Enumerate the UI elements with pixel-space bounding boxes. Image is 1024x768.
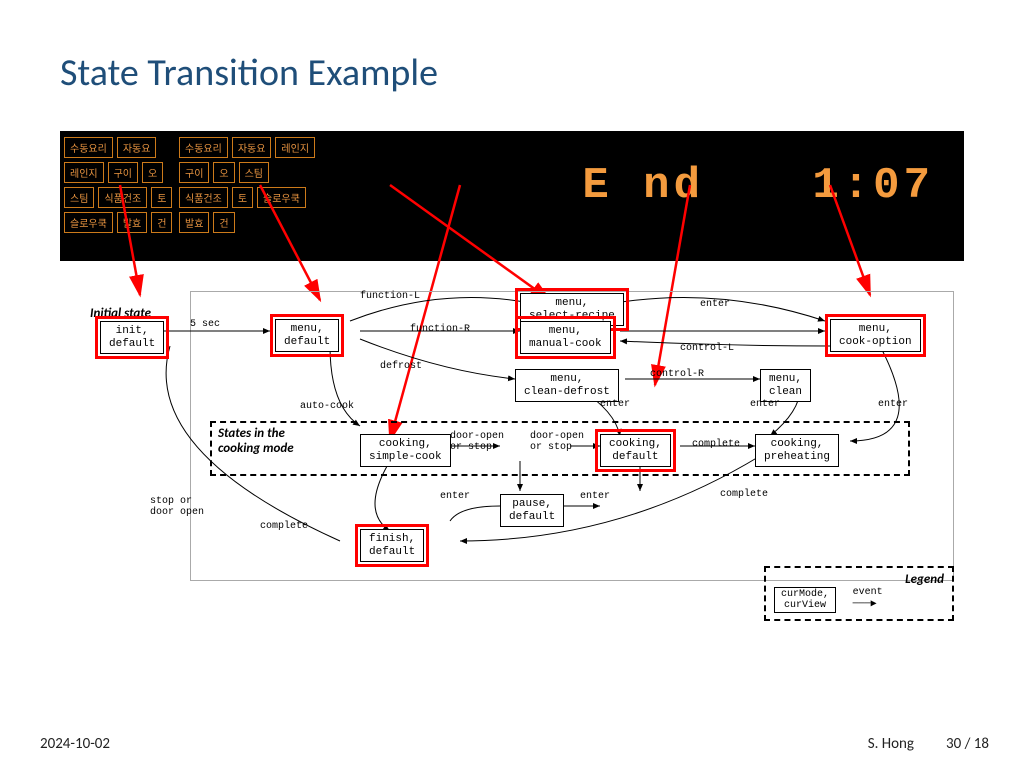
korean-button: 슬로우쿡: [64, 212, 113, 233]
panel-buttons-1: 수동요리자동요레인지구이오스팀식품건조토슬로우쿡발효건: [60, 131, 180, 261]
korean-button: 식품건조: [179, 187, 228, 208]
edge-enter-4: enter: [878, 399, 908, 410]
edge-function-l: function-L: [360, 291, 420, 302]
panel-display: E nd 1:07: [325, 131, 964, 261]
edge-enter-3: enter: [750, 399, 780, 410]
korean-button: 스팀: [64, 187, 94, 208]
slide-title: State Transition Example: [60, 50, 964, 96]
korean-button: 발효: [117, 212, 147, 233]
panel-buttons-2: 수동요리자동요레인지구이오스팀식품건조토슬로우쿡발효건: [175, 131, 325, 261]
edge-5sec: 5 sec: [190, 319, 220, 330]
korean-button: 수동요리: [179, 137, 228, 158]
edge-complete-3: complete: [260, 521, 308, 532]
edge-enter-5: enter: [440, 491, 470, 502]
korean-button: 레인지: [275, 137, 315, 158]
initial-state-label: Initial state: [90, 306, 151, 321]
state-cooking-simple: cooking, simple-cook: [360, 434, 451, 467]
korean-button: 토: [232, 187, 253, 208]
state-diagram: Initial state init, default menu, defaul…: [60, 291, 964, 621]
edge-function-r: function-R: [410, 324, 470, 335]
edge-stop-door: stop or door open: [150, 496, 204, 518]
edge-door-open-1: door-open or stop: [450, 431, 504, 453]
state-finish: finish, default: [360, 529, 424, 562]
korean-button: 오: [142, 162, 163, 183]
state-menu-clean: menu, clean: [760, 369, 811, 402]
state-menu-default: menu, default: [275, 319, 339, 352]
state-menu-clean-defrost: menu, clean-defrost: [515, 369, 619, 402]
edge-control-l: control-L: [680, 343, 734, 354]
korean-button: 오: [213, 162, 234, 183]
korean-button: 스팀: [239, 162, 269, 183]
edge-control-r: control-R: [650, 369, 704, 380]
cooking-mode-label: States in the cooking mode: [218, 426, 294, 456]
edge-enter-1: enter: [700, 299, 730, 310]
legend-state-box: curMode, curView: [774, 587, 836, 613]
state-menu-manual-cook: menu, manual-cook: [520, 321, 611, 354]
seg-display-end: E nd: [582, 161, 704, 211]
korean-button: 구이: [108, 162, 138, 183]
korean-button: 건: [151, 212, 172, 233]
korean-button: 발효: [179, 212, 209, 233]
footer-page: 30 / 18: [946, 735, 989, 753]
legend: Legend curMode, curView event───▶: [764, 566, 954, 621]
state-init: init, default: [100, 321, 164, 354]
photo-strip: 수동요리자동요레인지구이오스팀식품건조토슬로우쿡발효건 수동요리자동요레인지구이…: [60, 131, 964, 261]
korean-button: 슬로우쿡: [257, 187, 306, 208]
edge-defrost: defrost: [380, 361, 422, 372]
state-menu-cook-option: menu, cook-option: [830, 319, 921, 352]
korean-button: 구이: [179, 162, 209, 183]
edge-enter-2: enter: [600, 399, 630, 410]
footer-author: S. Hong: [868, 735, 914, 753]
edge-complete-2: complete: [720, 489, 768, 500]
state-cooking-preheating: cooking, preheating: [755, 434, 839, 467]
edge-enter-6: enter: [580, 491, 610, 502]
edge-auto-cook: auto-cook: [300, 401, 354, 412]
korean-button: 자동요: [232, 137, 272, 158]
state-pause: pause, default: [500, 494, 564, 527]
footer-date: 2024-10-02: [40, 735, 110, 753]
korean-button: 수동요리: [64, 137, 113, 158]
legend-event: event───▶: [853, 587, 883, 610]
legend-title: Legend: [774, 572, 944, 587]
seg-display-time: 1:07: [812, 161, 934, 211]
korean-button: 레인지: [64, 162, 104, 183]
state-cooking-default: cooking, default: [600, 434, 671, 467]
edge-door-open-2: door-open or stop: [530, 431, 584, 453]
korean-button: 자동요: [117, 137, 157, 158]
edge-complete-1: complete: [692, 439, 740, 450]
korean-button: 건: [213, 212, 234, 233]
korean-button: 식품건조: [98, 187, 147, 208]
korean-button: 토: [151, 187, 172, 208]
